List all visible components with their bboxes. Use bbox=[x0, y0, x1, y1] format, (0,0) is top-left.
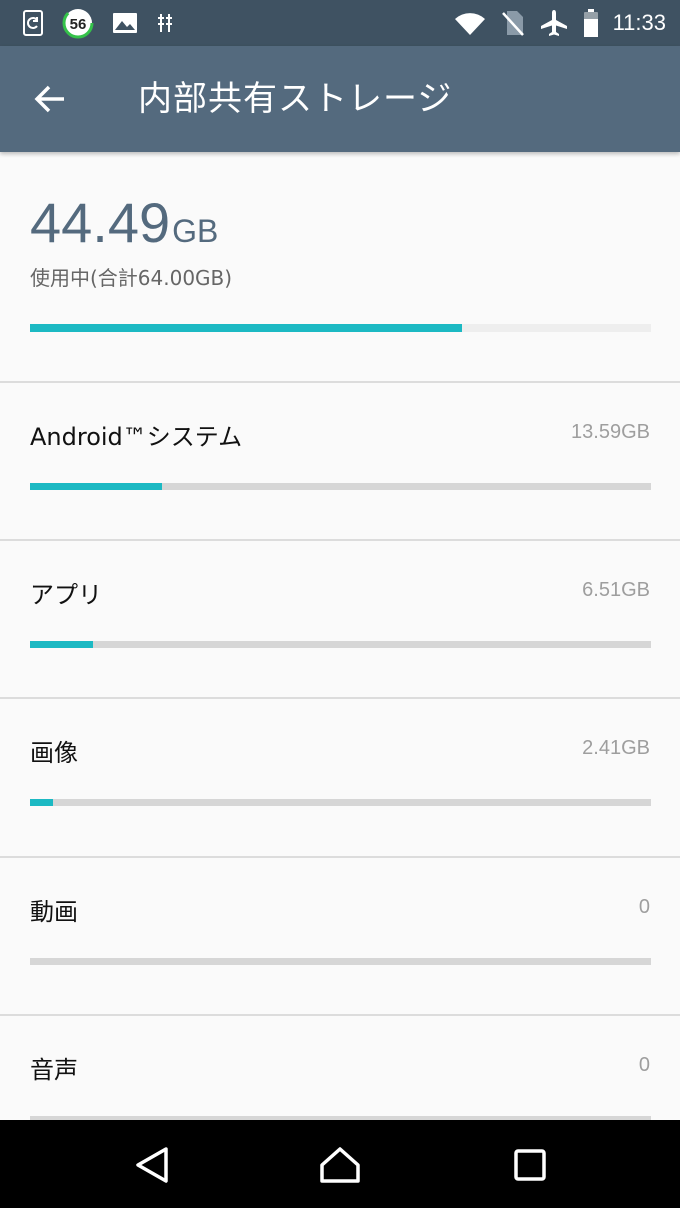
item-usage-fill bbox=[30, 799, 54, 806]
battery-icon bbox=[583, 9, 599, 37]
home-icon bbox=[320, 1147, 360, 1183]
airplane-icon bbox=[539, 8, 569, 38]
total-usage-fill bbox=[30, 324, 462, 332]
item-size: 0 bbox=[638, 896, 650, 918]
item-usage-fill bbox=[30, 641, 94, 648]
item-label: アプリ bbox=[30, 581, 102, 609]
usb-debug-icon bbox=[156, 12, 174, 34]
nav-home-button[interactable] bbox=[310, 1138, 370, 1192]
no-sim-icon bbox=[501, 9, 525, 37]
used-subtitle: 使用中(合計64.00GB) bbox=[30, 266, 233, 290]
arrow-left-icon bbox=[34, 85, 64, 113]
used-amount: 44.49GB bbox=[30, 190, 218, 255]
back-button[interactable] bbox=[22, 74, 78, 124]
page-title: 内部共有ストレージ bbox=[138, 79, 453, 119]
battery-badge-icon: 56 bbox=[62, 7, 94, 39]
used-unit: GB bbox=[172, 213, 219, 249]
status-bar: 56 11:33 bbox=[0, 0, 680, 46]
app-bar: 内部共有ストレージ bbox=[0, 46, 680, 152]
item-label: 画像 bbox=[30, 739, 78, 767]
item-usage-bar bbox=[30, 641, 651, 648]
used-number: 44.49 bbox=[30, 191, 171, 254]
item-size: 13.59GB bbox=[571, 421, 650, 443]
item-usage-fill bbox=[30, 483, 162, 490]
item-label: Android™システム bbox=[30, 423, 243, 451]
storage-item-android-system[interactable]: Android™システム 13.59GB bbox=[0, 383, 680, 539]
back-triangle-icon bbox=[136, 1147, 168, 1183]
storage-item-images[interactable]: 画像 2.41GB bbox=[0, 699, 680, 855]
item-usage-bar bbox=[30, 483, 651, 490]
status-time: 11:33 bbox=[612, 10, 666, 35]
item-usage-bar bbox=[30, 958, 651, 965]
item-size: 2.41GB bbox=[582, 737, 650, 759]
nav-recents-button[interactable] bbox=[500, 1138, 560, 1192]
image-icon bbox=[112, 12, 138, 34]
wifi-icon bbox=[453, 9, 487, 37]
item-size: 0 bbox=[638, 1054, 650, 1076]
storage-item-apps[interactable]: アプリ 6.51GB bbox=[0, 541, 680, 697]
nav-back-button[interactable] bbox=[122, 1138, 182, 1192]
storage-summary: 44.49GB 使用中(合計64.00GB) bbox=[0, 152, 680, 382]
total-usage-bar bbox=[30, 324, 651, 332]
navigation-bar bbox=[0, 1120, 680, 1208]
sync-icon bbox=[22, 9, 44, 37]
item-label: 音声 bbox=[30, 1056, 78, 1084]
item-usage-bar bbox=[30, 799, 651, 806]
recents-icon bbox=[514, 1149, 546, 1181]
badge-number: 56 bbox=[70, 16, 87, 33]
item-label: 動画 bbox=[30, 898, 78, 926]
item-size: 6.51GB bbox=[582, 579, 650, 601]
storage-item-videos[interactable]: 動画 0 bbox=[0, 858, 680, 1014]
